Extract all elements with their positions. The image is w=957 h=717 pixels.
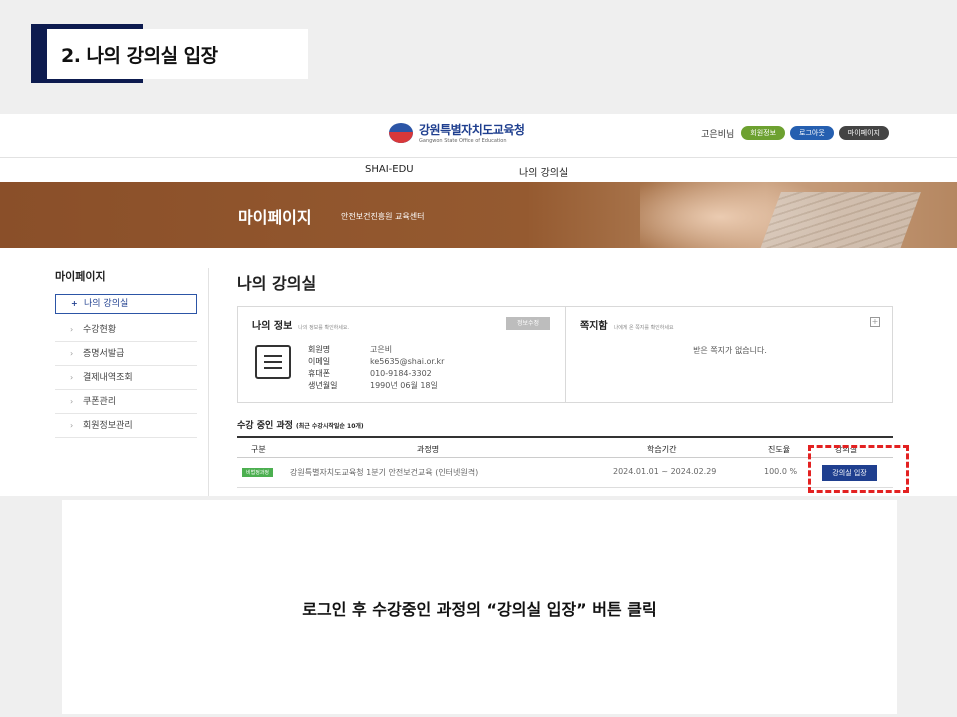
sidebar-item-member-info[interactable]: 회원정보관리 [55,414,197,438]
edit-info-button[interactable]: 정보수정 [506,317,550,330]
course-period: 2024.01.01 ~ 2024.02.29 [613,467,717,476]
slide-title-area: 2. 나의 강의실 입장 [31,24,308,83]
caption-panel: 로그인 후 수강중인 과정의 “강의실 입장” 버튼 클릭 [62,500,897,714]
banner-title: 마이페이지 [238,208,312,227]
user-name: 고은비님 [701,129,735,140]
sidebar-item-course-status[interactable]: 수강현황 [55,318,197,342]
table-row: 비법정과정 강원특별자치도교육청 1분기 안전보건교육 (인터넷원격) 2024… [237,458,893,488]
column-header: 진도율 [768,445,791,454]
my-info-box: 나의 정보 나의 정보를 확인하세요. 정보수정 회원명 고은비 이메일 ke5635… [238,307,566,402]
info-value: 1990년 06월 18일 [370,381,438,390]
message-note: 나에게 온 쪽지를 확인하세요 [613,325,674,331]
site-header: 강원특별자치도교육청 Gangwon State Office of Educa… [0,114,957,158]
sidebar: 마이페이지 나의 강의실 수강현황 증명서발급 결제내역조회 쿠폰관리 회원정보… [55,268,197,438]
courses-table-header: 구분 과정명 학습기간 진도율 강의실 [237,436,893,458]
highlight-box [808,445,909,493]
course-progress: 100.0 % [764,467,798,476]
divider [208,268,209,496]
empty-message-text: 받은 쪽지가 없습니다. [693,346,767,355]
info-key: 회원명 [308,345,331,354]
slide-title: 2. 나의 강의실 입장 [61,45,218,67]
instruction-caption: 로그인 후 수강중인 과정의 “강의실 입장” 버튼 클릭 [302,600,657,619]
my-info-heading: 나의 정보 [252,321,293,332]
my-info-list: 회원명 고은비 이메일 ke5635@shai.or.kr 휴대폰 010-9184-… [308,344,444,392]
banner-keyboard-image [759,192,921,248]
sidebar-item-payment-history[interactable]: 결제내역조회 [55,366,197,390]
info-key: 생년월일 [308,381,338,390]
user-area: 고은비님 회원정보 로그아웃 마이페이지 [701,126,889,140]
course-type-badge: 비법정과정 [242,468,274,477]
info-value: 010-9184-3302 [370,369,432,378]
my-info-note: 나의 정보를 확인하세요. [298,325,350,331]
banner-subtitle: 안전보건진흥원 교육센터 [341,212,425,221]
nav-item-shai-edu[interactable]: SHAI-EDU [365,164,414,175]
info-key: 휴대폰 [308,369,331,378]
logo-subtitle: Gangwon State Office of Education [419,138,507,144]
courses-heading: 수강 중인 과정 [237,421,293,431]
courses-subheading: (최근 수강시작일순 10개) [295,423,364,430]
sidebar-item-coupons[interactable]: 쿠폰관리 [55,390,197,414]
page-banner: 마이페이지 안전보건진흥원 교육센터 [0,182,957,248]
page-title: 나의 강의실 [237,274,317,293]
info-panel: 나의 정보 나의 정보를 확인하세요. 정보수정 회원명 고은비 이메일 ke5635… [237,306,893,403]
logo-emblem-icon [389,122,413,143]
logout-button[interactable]: 로그아웃 [790,126,834,140]
plus-icon[interactable]: + [870,317,880,327]
column-header: 구분 [251,445,266,454]
sidebar-item-my-classroom[interactable]: 나의 강의실 [55,294,197,314]
site-logo[interactable]: 강원특별자치도교육청 Gangwon State Office of Educa… [389,121,525,144]
logo-title: 강원특별자치도교육청 [419,123,525,137]
info-key: 이메일 [308,357,331,366]
course-name[interactable]: 강원특별자치도교육청 1분기 안전보건교육 (인터넷원격) [290,467,478,478]
sidebar-title: 마이페이지 [55,270,106,283]
sidebar-item-certificate[interactable]: 증명서발급 [55,342,197,366]
info-value: 고은비 [370,345,393,354]
message-box: 쪽지함 나에게 온 쪽지를 확인하세요 + 받은 쪽지가 없습니다. [566,307,894,402]
column-header: 학습기간 [647,445,677,454]
info-value: ke5635@shai.or.kr [370,357,445,366]
website-screenshot: 강원특별자치도교육청 Gangwon State Office of Educa… [0,114,957,496]
nav-item-my-classroom[interactable]: 나의 강의실 [519,164,568,179]
document-icon [255,345,291,379]
main-nav: SHAI-EDU 나의 강의실 [0,158,957,182]
member-info-button[interactable]: 회원정보 [741,126,786,140]
mypage-button[interactable]: 마이페이지 [838,126,889,140]
message-heading: 쪽지함 [580,321,608,332]
column-header: 과정명 [417,445,440,454]
